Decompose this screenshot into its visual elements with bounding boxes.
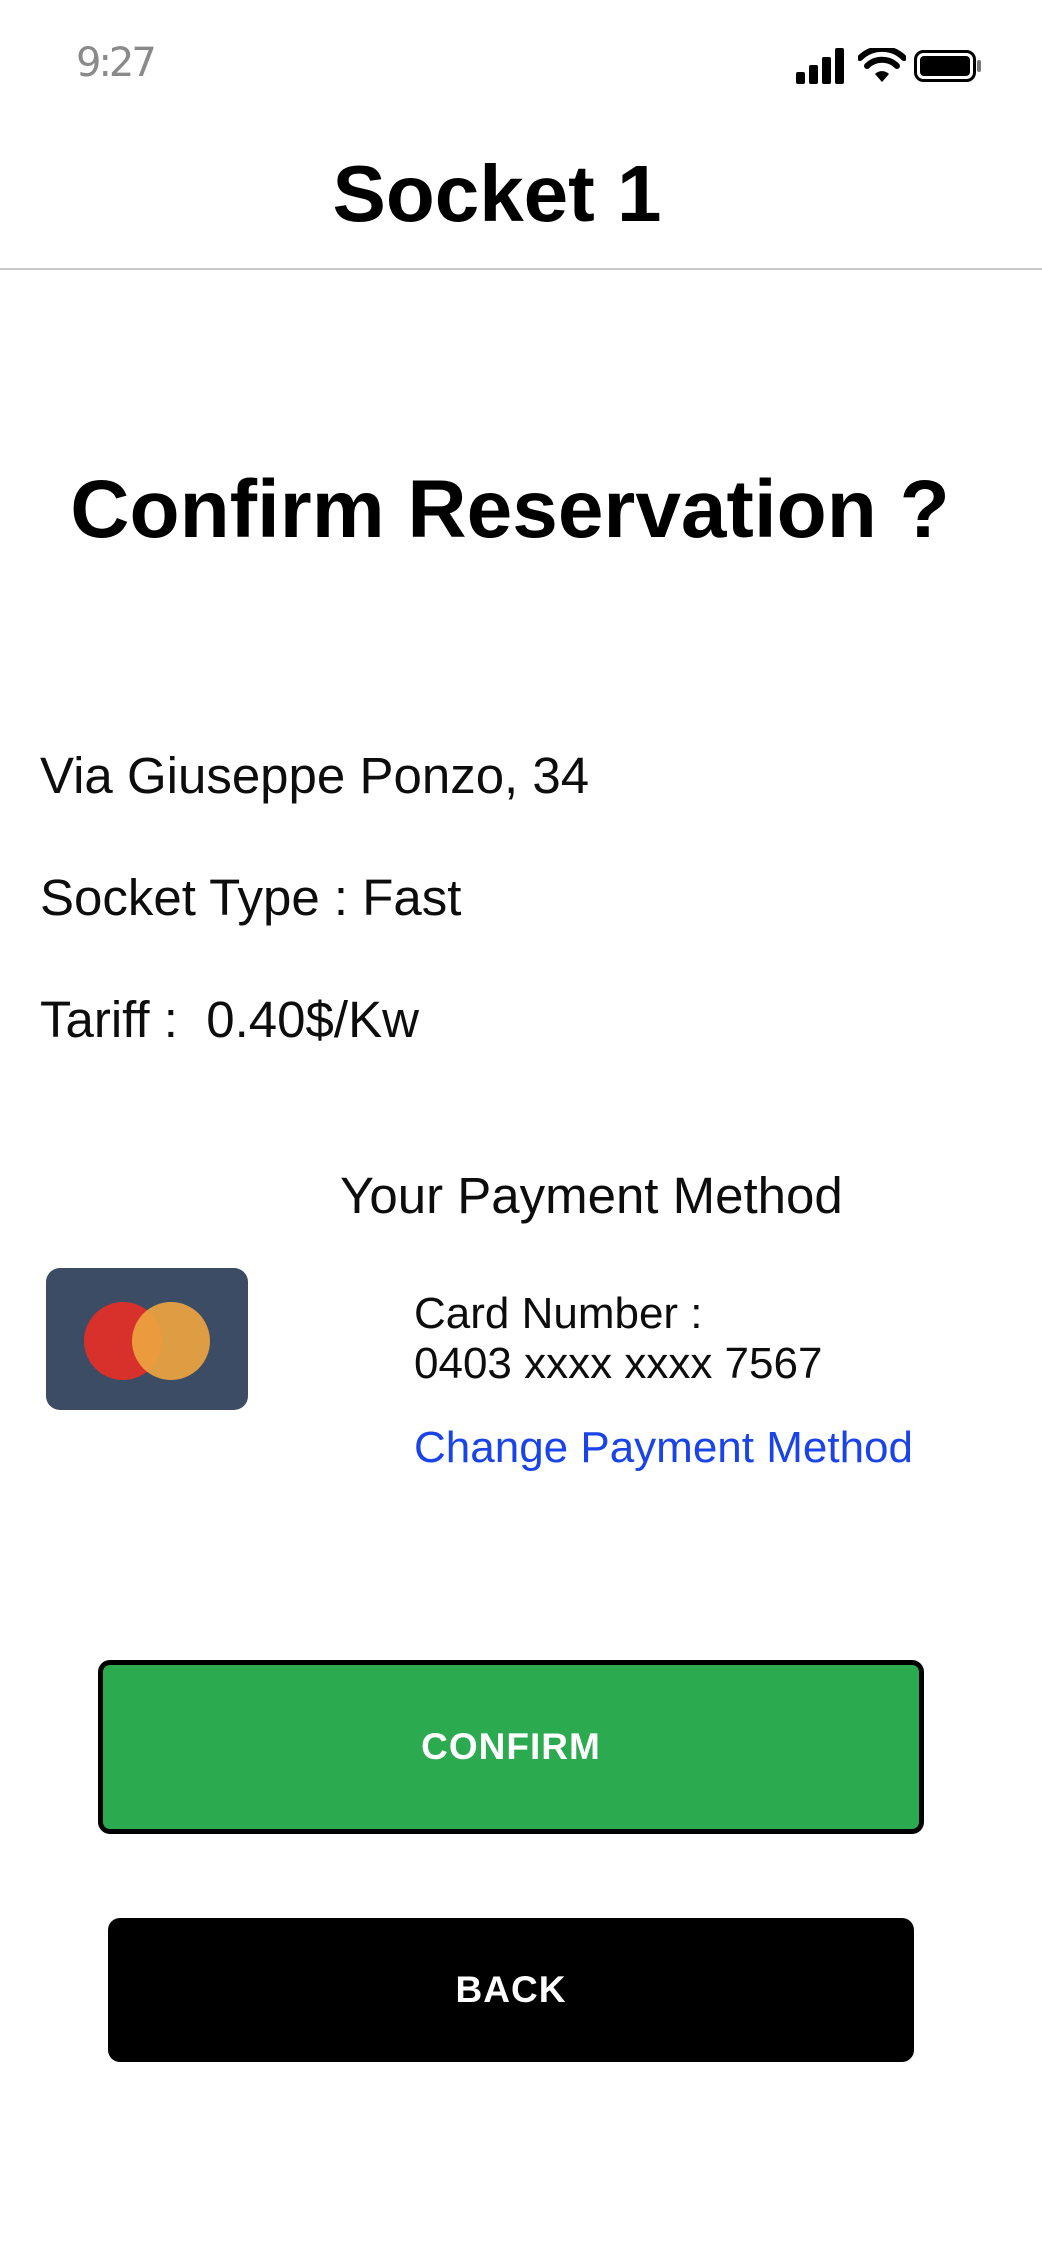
wifi-icon — [857, 45, 907, 84]
change-payment-method-link[interactable]: Change Payment Method — [414, 1422, 913, 1474]
signal-icon — [796, 48, 848, 84]
tariff: Tariff : 0.40$/Kw — [40, 991, 419, 1048]
confirm-heading: Confirm Reservation ? — [70, 464, 950, 555]
page-title: Socket 1 — [332, 149, 662, 238]
status-icons — [796, 45, 982, 84]
station-address: Via Giuseppe Ponzo, 34 — [40, 747, 590, 804]
back-button[interactable]: BACK — [108, 1918, 914, 2062]
battery-icon — [914, 50, 982, 82]
status-bar: 9:27 — [0, 0, 1042, 130]
mastercard-icon — [46, 1268, 248, 1410]
confirm-button[interactable]: CONFIRM — [98, 1660, 924, 1834]
status-time: 9:27 — [76, 40, 157, 86]
payment-heading: Your Payment Method — [340, 1167, 843, 1224]
socket-type: Socket Type : Fast — [40, 869, 462, 926]
card-number-value: 0403 xxxx xxxx 7567 — [414, 1339, 823, 1388]
card-number-label: Card Number : — [414, 1289, 703, 1338]
header-bar: Socket 1 — [0, 130, 1042, 270]
